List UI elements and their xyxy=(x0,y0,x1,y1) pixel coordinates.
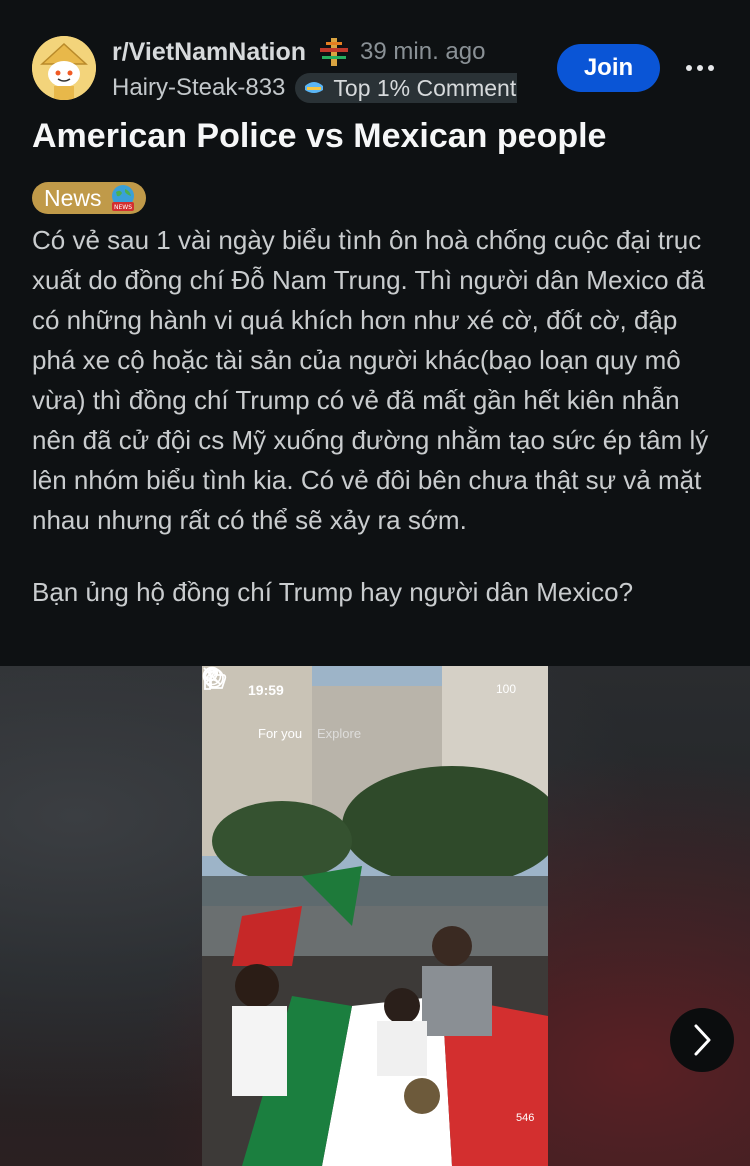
subreddit-avatar-icon[interactable] xyxy=(32,36,96,100)
commenter-badge-label: Top 1% Commenter xyxy=(333,74,517,101)
video-frame[interactable]: 19:59 100 For you Explore 546 xyxy=(202,666,548,1166)
more-options-icon[interactable] xyxy=(684,52,716,84)
subreddit-meta: r/VietNamNation 39 min. ago xyxy=(112,36,517,68)
author-name[interactable]: Hairy-Steak-833 xyxy=(112,74,285,102)
globe-news-icon: NEWS xyxy=(111,185,134,211)
chevron-right-icon xyxy=(694,1024,711,1056)
next-button[interactable] xyxy=(670,1008,734,1072)
post-question: Bạn ủng hộ đồng chí Trump hay người dân … xyxy=(32,577,634,607)
post-body: Có vẻ sau 1 vài ngày biểu tình ôn hoà ch… xyxy=(32,220,722,612)
join-button[interactable]: Join xyxy=(557,44,660,92)
subreddit-name[interactable]: r/VietNamNation xyxy=(112,38,306,67)
author-meta: Hairy-Steak-833 Top 1% Commenter xyxy=(112,72,517,104)
video-status-time: 19:59 xyxy=(248,682,284,698)
flair-label: News xyxy=(44,184,102,211)
post-flair[interactable]: News NEWS xyxy=(32,182,146,214)
post-title[interactable]: American Police vs Mexican people xyxy=(32,114,722,158)
comment-icon[interactable] xyxy=(202,666,226,690)
video-tab-for-you[interactable]: For you xyxy=(258,726,302,741)
commenter-badge: Top 1% Commenter xyxy=(295,73,517,103)
post-header: r/VietNamNation 39 min. ago Hairy-Steak-… xyxy=(0,0,750,110)
building-flair-icon xyxy=(314,36,354,68)
video-battery: 100 xyxy=(495,682,516,696)
svg-text:NEWS: NEWS xyxy=(114,204,132,211)
like-count: 546 xyxy=(516,1112,535,1124)
commenter-badge-icon xyxy=(305,82,324,93)
video-tab-explore[interactable]: Explore xyxy=(317,726,361,741)
post-time: 39 min. ago xyxy=(360,38,486,65)
media-gallery[interactable]: 19:59 100 For you Explore 546 xyxy=(0,666,750,1166)
protest-scene-image xyxy=(202,666,548,1166)
post-body-text: Có vẻ sau 1 vài ngày biểu tình ôn hoà ch… xyxy=(32,225,709,535)
